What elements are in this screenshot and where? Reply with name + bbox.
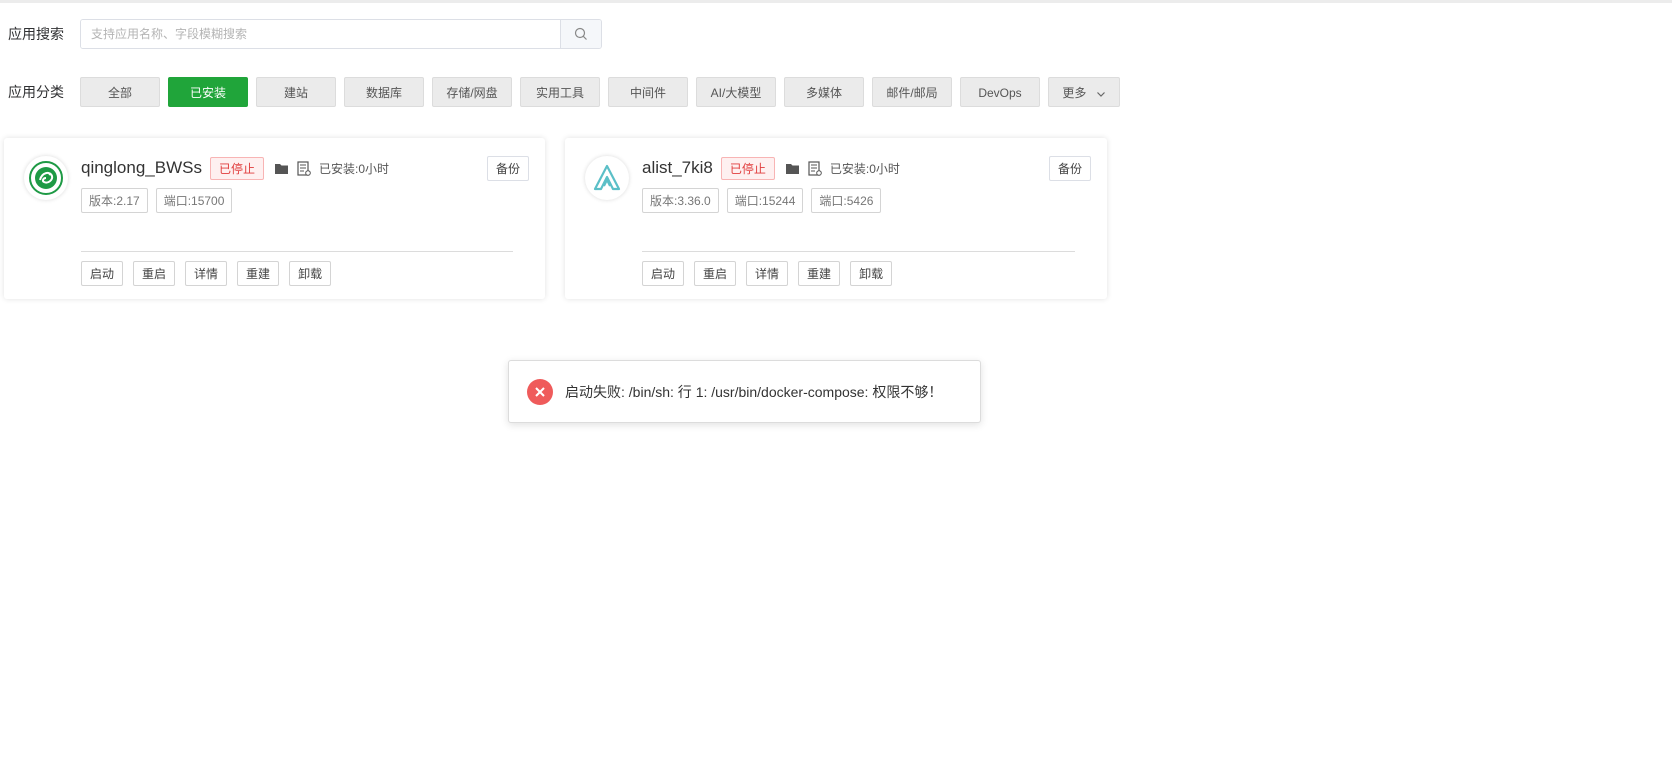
- search-row: 应用搜索: [8, 19, 602, 49]
- category-database[interactable]: 数据库: [344, 77, 424, 107]
- details-button[interactable]: 详情: [185, 261, 228, 286]
- port-tag: 端口:15244: [726, 188, 804, 213]
- category-tools[interactable]: 实用工具: [520, 77, 600, 107]
- backup-button[interactable]: 备份: [486, 156, 529, 181]
- search-label: 应用搜索: [8, 26, 64, 42]
- app-actions: 启动 重启 详情 重建 卸载: [81, 261, 332, 286]
- category-installed[interactable]: 已安装: [168, 77, 248, 107]
- app-title-line: alist_7ki8 已停止 已安装:0小时: [642, 156, 900, 180]
- restart-button[interactable]: 重启: [694, 261, 737, 286]
- port-tag: 端口:15700: [155, 188, 233, 213]
- rebuild-button[interactable]: 重建: [798, 261, 841, 286]
- category-mail[interactable]: 邮件/邮局: [872, 77, 952, 107]
- app-card: alist_7ki8 已停止 已安装:0小时 备份 版本:3.36.0 端口:1…: [565, 138, 1107, 299]
- version-tag: 版本:3.36.0: [642, 188, 719, 213]
- log-file-icon[interactable]: [808, 160, 822, 176]
- app-name: alist_7ki8: [642, 158, 713, 177]
- folder-icon[interactable]: [274, 162, 289, 175]
- category-tabs: 全部 已安装 建站 数据库 存储/网盘 实用工具 中间件 AI/大模型 多媒体 …: [80, 77, 1120, 107]
- category-label: 应用分类: [8, 84, 64, 100]
- app-name: qinglong_BWSs: [81, 158, 202, 177]
- card-divider: [642, 251, 1075, 252]
- card-divider: [81, 251, 513, 252]
- log-file-icon[interactable]: [297, 160, 311, 176]
- app-tags: 版本:2.17 端口:15700: [81, 188, 233, 213]
- status-badge: 已停止: [720, 156, 775, 180]
- details-button[interactable]: 详情: [746, 261, 789, 286]
- uninstall-button[interactable]: 卸载: [289, 261, 332, 286]
- search-input[interactable]: [81, 20, 560, 48]
- start-button[interactable]: 启动: [642, 261, 685, 286]
- app-title-line: qinglong_BWSs 已停止 已安装:0小时: [81, 156, 389, 180]
- toast-message: 启动失败: /bin/sh: 行 1: /usr/bin/docker-comp…: [565, 383, 943, 400]
- more-label: 更多: [1062, 86, 1087, 100]
- alist-triangle-icon: [585, 156, 629, 200]
- category-website[interactable]: 建站: [256, 77, 336, 107]
- folder-icon[interactable]: [785, 162, 800, 175]
- category-middleware[interactable]: 中间件: [608, 77, 688, 107]
- app-actions: 启动 重启 详情 重建 卸载: [642, 261, 893, 286]
- restart-button[interactable]: 重启: [133, 261, 176, 286]
- category-multimedia[interactable]: 多媒体: [784, 77, 864, 107]
- app-card: qinglong_BWSs 已停止 已安装:0小时 备份 版本:2.17 端口:…: [4, 138, 545, 299]
- category-storage[interactable]: 存储/网盘: [432, 77, 512, 107]
- search-icon: [574, 27, 587, 40]
- top-border: [0, 0, 1672, 3]
- search-box: [80, 19, 602, 49]
- status-badge: 已停止: [209, 156, 264, 180]
- port-tag: 端口:5426: [811, 188, 882, 213]
- category-ai[interactable]: AI/大模型: [696, 77, 776, 107]
- uninstall-button[interactable]: 卸载: [850, 261, 893, 286]
- backup-button[interactable]: 备份: [1048, 156, 1091, 181]
- version-tag: 版本:2.17: [81, 188, 148, 213]
- category-devops[interactable]: DevOps: [960, 77, 1040, 107]
- rebuild-button[interactable]: 重建: [237, 261, 280, 286]
- category-more-dropdown[interactable]: 更多: [1048, 77, 1120, 107]
- error-icon: [527, 378, 553, 405]
- category-all[interactable]: 全部: [80, 77, 160, 107]
- installed-time: 已安装:0小时: [829, 161, 900, 176]
- chevron-down-icon: [1096, 91, 1105, 97]
- category-row: 应用分类 全部 已安装 建站 数据库 存储/网盘 实用工具 中间件 AI/大模型…: [8, 77, 1120, 107]
- search-button[interactable]: [560, 20, 601, 48]
- error-toast: 启动失败: /bin/sh: 行 1: /usr/bin/docker-comp…: [508, 360, 981, 423]
- qinglong-dragon-icon: [24, 156, 68, 200]
- installed-time: 已安装:0小时: [318, 161, 389, 176]
- start-button[interactable]: 启动: [81, 261, 124, 286]
- app-tags: 版本:3.36.0 端口:15244 端口:5426: [642, 188, 882, 213]
